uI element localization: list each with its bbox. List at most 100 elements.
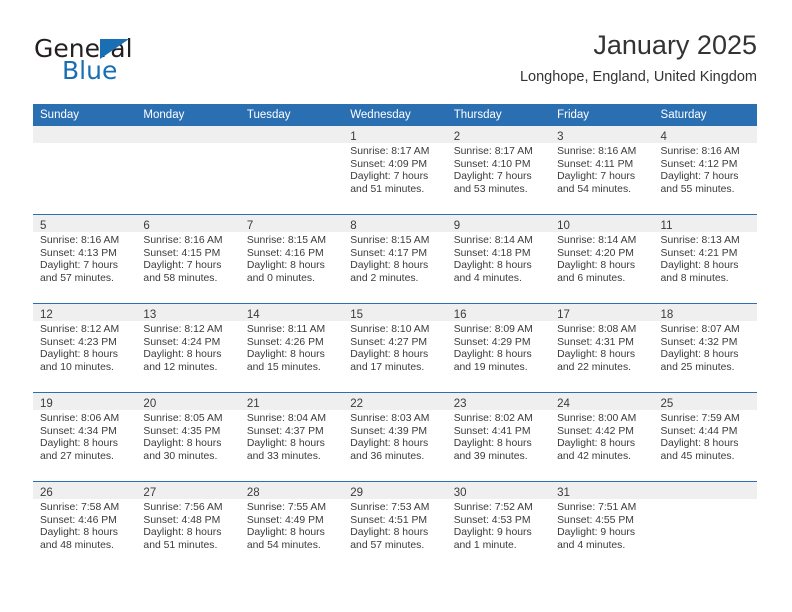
calendar-week-row: 5 Sunrise: 8:16 AM Sunset: 4:13 PM Daylight… <box>33 214 757 304</box>
calendar-cell-day-29[interactable]: 29 Sunrise: 7:53 AM Sunset: 4:51 PM Dayligh… <box>343 481 447 570</box>
calendar-cell-day-5[interactable]: 5 Sunrise: 8:16 AM Sunset: 4:13 PM Daylight… <box>33 214 137 304</box>
daylight-text-line1: Daylight: 8 hours <box>557 438 636 450</box>
day-details: Sunrise: 7:51 AM Sunset: 4:55 PM Daylight:… <box>550 499 653 552</box>
weekday-header-saturday: Saturday <box>653 104 757 126</box>
day-cell[interactable]: 26 Sunrise: 7:58 AM Sunset: 4:46 PM Dayligh… <box>33 482 137 570</box>
calendar-cell-day-8[interactable]: 8 Sunrise: 8:15 AM Sunset: 4:17 PM Daylight… <box>343 214 447 304</box>
daylight-text-line2: and 48 minutes. <box>40 539 114 551</box>
daylight-text-line1: Daylight: 8 hours <box>350 438 429 450</box>
daylight-text-line2: and 6 minutes. <box>557 272 626 284</box>
daylight-text-line2: and 2 minutes. <box>350 272 419 284</box>
day-cell[interactable]: 31 Sunrise: 7:51 AM Sunset: 4:55 PM Dayligh… <box>550 482 654 570</box>
day-cell[interactable]: 11 Sunrise: 8:13 AM Sunset: 4:21 PM Dayligh… <box>653 215 757 303</box>
day-cell[interactable]: 3 Sunrise: 8:16 AM Sunset: 4:11 PM Daylight… <box>550 126 654 214</box>
day-cell[interactable]: 15 Sunrise: 8:10 AM Sunset: 4:27 PM Dayligh… <box>343 304 447 392</box>
daylight-text-line1: Daylight: 8 hours <box>660 438 739 450</box>
day-cell[interactable]: 13 Sunrise: 8:12 AM Sunset: 4:24 PM Dayligh… <box>136 304 240 392</box>
daylight-text-line2: and 19 minutes. <box>453 361 528 373</box>
calendar-cell-day-2[interactable]: 2 Sunrise: 8:17 AM Sunset: 4:10 PM Daylight… <box>446 126 551 215</box>
day-number-band: 1 <box>343 126 447 143</box>
sunrise-text: Sunrise: 8:06 AM <box>40 413 120 424</box>
daylight-text-line1: Daylight: 8 hours <box>246 349 325 361</box>
calendar-cell-day-6[interactable]: 6 Sunrise: 8:16 AM Sunset: 4:15 PM Daylight… <box>136 214 240 304</box>
sunrise-text: Sunrise: 8:13 AM <box>660 235 740 246</box>
sunset-text: Sunset: 4:11 PM <box>557 158 634 170</box>
day-cell[interactable]: 30 Sunrise: 7:52 AM Sunset: 4:53 PM Dayligh… <box>446 482 551 570</box>
calendar-cell-day-30[interactable]: 30 Sunrise: 7:52 AM Sunset: 4:53 PM Dayligh… <box>446 481 551 570</box>
calendar-cell-day-22[interactable]: 22 Sunrise: 8:03 AM Sunset: 4:39 PM Dayligh… <box>343 392 447 482</box>
sunrise-text: Sunrise: 8:04 AM <box>246 413 326 424</box>
daylight-text-line1: Daylight: 8 hours <box>350 349 429 361</box>
day-cell[interactable]: 20 Sunrise: 8:05 AM Sunset: 4:35 PM Dayligh… <box>136 393 240 481</box>
day-cell[interactable]: 14 Sunrise: 8:11 AM Sunset: 4:26 PM Dayligh… <box>239 304 344 392</box>
daylight-text-line2: and 4 minutes. <box>453 272 522 284</box>
day-number: 22 <box>350 398 364 410</box>
day-number: 24 <box>557 398 570 410</box>
day-cell[interactable]: 28 Sunrise: 7:55 AM Sunset: 4:49 PM Dayligh… <box>239 482 344 570</box>
calendar-cell-day-24[interactable]: 24 Sunrise: 8:00 AM Sunset: 4:42 PM Dayligh… <box>550 392 654 482</box>
sunrise-text: Sunrise: 8:17 AM <box>453 146 533 157</box>
calendar-cell-day-1[interactable]: 1 Sunrise: 8:17 AM Sunset: 4:09 PM Daylight… <box>343 126 447 215</box>
sunset-text: Sunset: 4:42 PM <box>557 425 634 437</box>
day-cell[interactable]: 23 Sunrise: 8:02 AM Sunset: 4:41 PM Dayligh… <box>446 393 551 481</box>
day-number: 14 <box>246 309 260 321</box>
day-number: 11 <box>660 220 673 232</box>
day-number-band: 4 <box>653 126 757 143</box>
day-cell[interactable]: 6 Sunrise: 8:16 AM Sunset: 4:15 PM Daylight… <box>136 215 240 303</box>
day-number: 25 <box>660 398 674 410</box>
day-cell[interactable]: 29 Sunrise: 7:53 AM Sunset: 4:51 PM Dayligh… <box>343 482 447 570</box>
calendar-cell-day-9[interactable]: 9 Sunrise: 8:14 AM Sunset: 4:18 PM Daylight… <box>446 214 551 304</box>
calendar-cell-day-31[interactable]: 31 Sunrise: 7:51 AM Sunset: 4:55 PM Dayligh… <box>550 481 654 570</box>
calendar-cell-day-11[interactable]: 11 Sunrise: 8:13 AM Sunset: 4:21 PM Dayligh… <box>653 214 757 304</box>
day-cell[interactable]: 4 Sunrise: 8:16 AM Sunset: 4:12 PM Daylight… <box>653 126 757 214</box>
daylight-text-line1: Daylight: 7 hours <box>453 171 532 183</box>
daylight-text-line2: and 22 minutes. <box>557 361 632 373</box>
day-cell[interactable]: 18 Sunrise: 8:07 AM Sunset: 4:32 PM Dayligh… <box>653 304 757 392</box>
calendar-cell-day-18[interactable]: 18 Sunrise: 8:07 AM Sunset: 4:32 PM Dayligh… <box>653 303 757 393</box>
day-cell[interactable]: 24 Sunrise: 8:00 AM Sunset: 4:42 PM Dayligh… <box>550 393 654 481</box>
calendar-cell-day-23[interactable]: 23 Sunrise: 8:02 AM Sunset: 4:41 PM Dayligh… <box>446 392 551 482</box>
day-cell[interactable]: 5 Sunrise: 8:16 AM Sunset: 4:13 PM Daylight… <box>33 215 137 303</box>
day-number-band: 16 <box>446 304 551 321</box>
calendar-cell-day-19[interactable]: 19 Sunrise: 8:06 AM Sunset: 4:34 PM Dayligh… <box>33 392 137 482</box>
calendar-cell-day-26[interactable]: 26 Sunrise: 7:58 AM Sunset: 4:46 PM Dayligh… <box>33 481 137 570</box>
calendar-cell-day-7[interactable]: 7 Sunrise: 8:15 AM Sunset: 4:16 PM Daylight… <box>239 214 344 304</box>
calendar-cell-day-21[interactable]: 21 Sunrise: 8:04 AM Sunset: 4:37 PM Dayligh… <box>239 392 344 482</box>
day-cell[interactable]: 10 Sunrise: 8:14 AM Sunset: 4:20 PM Dayligh… <box>550 215 654 303</box>
day-details: Sunrise: 8:14 AM Sunset: 4:18 PM Daylight:… <box>447 232 550 285</box>
day-number-band <box>33 126 137 143</box>
day-cell[interactable]: 25 Sunrise: 7:59 AM Sunset: 4:44 PM Dayligh… <box>653 393 757 481</box>
day-cell[interactable]: 8 Sunrise: 8:15 AM Sunset: 4:17 PM Daylight… <box>343 215 447 303</box>
day-cell[interactable]: 9 Sunrise: 8:14 AM Sunset: 4:18 PM Daylight… <box>446 215 551 303</box>
calendar-cell-day-25[interactable]: 25 Sunrise: 7:59 AM Sunset: 4:44 PM Dayligh… <box>653 392 757 482</box>
calendar-cell-day-4[interactable]: 4 Sunrise: 8:16 AM Sunset: 4:12 PM Daylight… <box>653 126 757 215</box>
calendar-cell-day-28[interactable]: 28 Sunrise: 7:55 AM Sunset: 4:49 PM Dayligh… <box>239 481 344 570</box>
calendar-cell-day-13[interactable]: 13 Sunrise: 8:12 AM Sunset: 4:24 PM Dayligh… <box>136 303 240 393</box>
day-cell[interactable]: 1 Sunrise: 8:17 AM Sunset: 4:09 PM Daylight… <box>343 126 447 214</box>
calendar-cell-day-16[interactable]: 16 Sunrise: 8:09 AM Sunset: 4:29 PM Dayligh… <box>446 303 551 393</box>
day-number: 13 <box>143 309 157 321</box>
sunrise-text: Sunrise: 8:02 AM <box>453 413 533 424</box>
day-cell[interactable]: 17 Sunrise: 8:08 AM Sunset: 4:31 PM Dayligh… <box>550 304 654 392</box>
sunset-text: Sunset: 4:49 PM <box>246 514 324 526</box>
day-cell[interactable]: 2 Sunrise: 8:17 AM Sunset: 4:10 PM Daylight… <box>446 126 551 214</box>
calendar-cell-day-20[interactable]: 20 Sunrise: 8:05 AM Sunset: 4:35 PM Dayligh… <box>136 392 240 482</box>
day-number-band <box>239 126 344 143</box>
day-cell[interactable]: 7 Sunrise: 8:15 AM Sunset: 4:16 PM Daylight… <box>239 215 344 303</box>
day-cell[interactable]: 19 Sunrise: 8:06 AM Sunset: 4:34 PM Dayligh… <box>33 393 137 481</box>
day-number-band: 29 <box>343 482 447 499</box>
day-cell[interactable]: 12 Sunrise: 8:12 AM Sunset: 4:23 PM Dayligh… <box>33 304 137 392</box>
day-cell[interactable]: 22 Sunrise: 8:03 AM Sunset: 4:39 PM Dayligh… <box>343 393 447 481</box>
calendar-cell-day-12[interactable]: 12 Sunrise: 8:12 AM Sunset: 4:23 PM Dayligh… <box>33 303 137 393</box>
sunset-text: Sunset: 4:46 PM <box>40 514 117 526</box>
calendar-cell-day-17[interactable]: 17 Sunrise: 8:08 AM Sunset: 4:31 PM Dayligh… <box>550 303 654 393</box>
day-cell[interactable]: 16 Sunrise: 8:09 AM Sunset: 4:29 PM Dayligh… <box>446 304 551 392</box>
day-cell-empty <box>33 126 137 214</box>
calendar-cell-day-15[interactable]: 15 Sunrise: 8:10 AM Sunset: 4:27 PM Dayligh… <box>343 303 447 393</box>
calendar-cell-day-14[interactable]: 14 Sunrise: 8:11 AM Sunset: 4:26 PM Dayligh… <box>239 303 344 393</box>
calendar-cell-day-27[interactable]: 27 Sunrise: 7:56 AM Sunset: 4:48 PM Dayligh… <box>136 481 240 570</box>
day-cell[interactable]: 21 Sunrise: 8:04 AM Sunset: 4:37 PM Dayligh… <box>239 393 344 481</box>
day-cell[interactable]: 27 Sunrise: 7:56 AM Sunset: 4:48 PM Dayligh… <box>136 482 240 570</box>
calendar-cell-day-10[interactable]: 10 Sunrise: 8:14 AM Sunset: 4:20 PM Dayligh… <box>550 214 654 304</box>
calendar-cell-day-3[interactable]: 3 Sunrise: 8:16 AM Sunset: 4:11 PM Daylight… <box>550 126 654 215</box>
